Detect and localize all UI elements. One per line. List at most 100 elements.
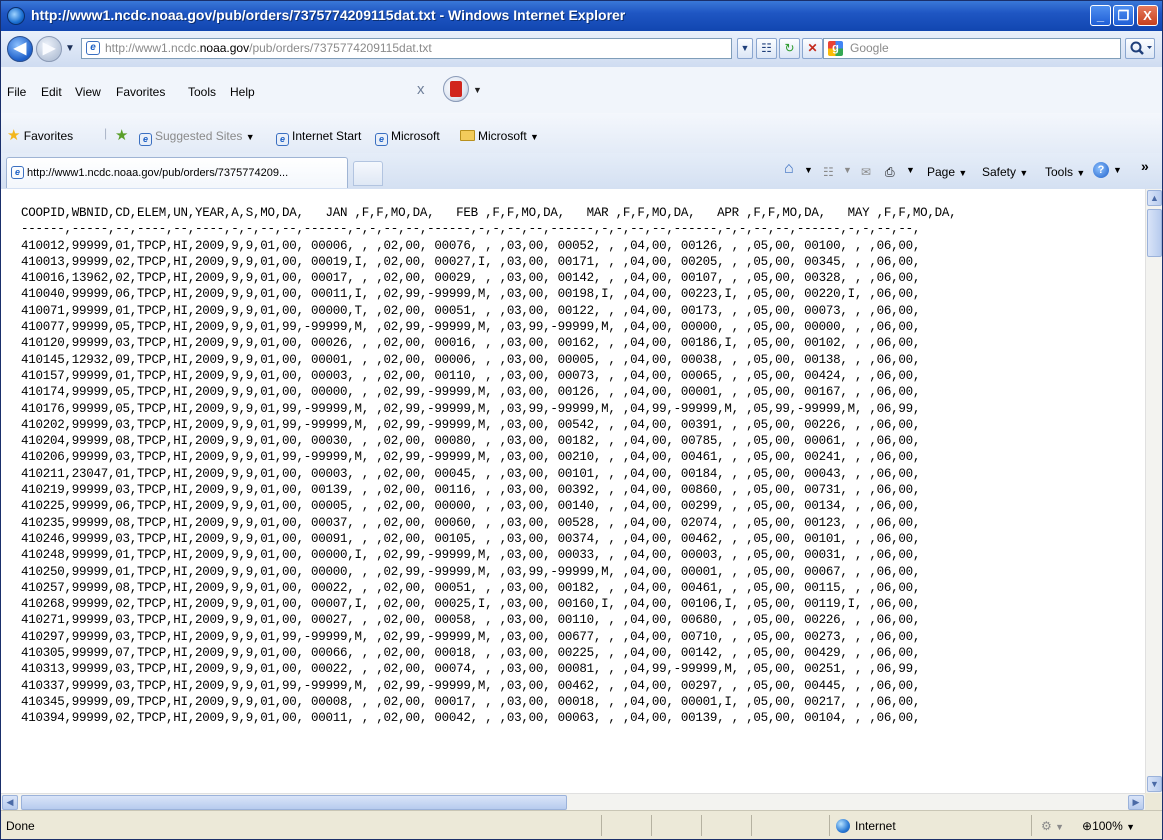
forward-button[interactable]: ▶: [36, 36, 62, 62]
close-button[interactable]: X: [1137, 5, 1158, 26]
menu-tools[interactable]: Tools: [188, 85, 216, 99]
ie-icon: [7, 7, 25, 25]
data-line: 410337,99999,03,TPCP,HI,2009,9,9,01,99,-…: [21, 678, 921, 693]
home-icon[interactable]: ⌂: [784, 160, 794, 178]
new-tab-button[interactable]: [353, 161, 383, 186]
horizontal-scrollbar[interactable]: ◀ ▶: [1, 793, 1145, 810]
toolbar-overflow-icon[interactable]: »: [1141, 158, 1149, 174]
navigation-bar: ◀ ▶ ▼ e http://www1.ncdc.noaa.gov/pub/or…: [1, 31, 1162, 68]
chevron-down-icon: ▼: [530, 132, 539, 142]
data-line: 410297,99999,03,TPCP,HI,2009,9,9,01,99,-…: [21, 629, 921, 644]
ie-link-icon: e: [375, 133, 388, 146]
data-line: 410271,99999,03,TPCP,HI,2009,9,9,01,00, …: [21, 613, 921, 628]
feeds-icon[interactable]: ☷: [823, 165, 834, 179]
browser-window: http://www1.ncdc.noaa.gov/pub/orders/737…: [0, 0, 1163, 840]
add-favorites-icon[interactable]: ★: [115, 126, 128, 144]
address-url[interactable]: http://www1.ncdc.noaa.gov/pub/orders/737…: [105, 41, 432, 55]
data-line: 410394,99999,02,TPCP,HI,2009,9,9,01,00, …: [21, 711, 921, 726]
menu-favorites[interactable]: Favorites: [116, 85, 165, 99]
search-input[interactable]: g Google: [823, 38, 1121, 59]
tools-menu[interactable]: Tools ▼: [1045, 165, 1085, 179]
back-button[interactable]: ◀: [7, 36, 33, 62]
zoom-level[interactable]: ⊕100% ▼: [1082, 819, 1135, 833]
tab-current[interactable]: e http://www1.ncdc.noaa.gov/pub/orders/7…: [6, 157, 348, 188]
address-dropdown-button[interactable]: ▼: [737, 38, 753, 59]
menu-file[interactable]: File: [7, 85, 26, 99]
chevron-down-icon[interactable]: ▼: [804, 165, 813, 175]
status-divider: [1031, 815, 1032, 836]
search-button[interactable]: [1125, 38, 1155, 59]
scroll-down-button[interactable]: ▼: [1147, 776, 1162, 792]
data-line: 410246,99999,03,TPCP,HI,2009,9,9,01,00, …: [21, 531, 921, 546]
scroll-left-button[interactable]: ◀: [2, 795, 18, 810]
microsoft-folder[interactable]: Microsoft ▼: [460, 129, 539, 143]
chevron-down-icon[interactable]: ▼: [1113, 165, 1122, 175]
address-bar[interactable]: e http://www1.ncdc.noaa.gov/pub/orders/7…: [81, 38, 732, 59]
data-line: 410206,99999,03,TPCP,HI,2009,9,9,01,99,-…: [21, 450, 921, 465]
data-line: 410248,99999,01,TPCP,HI,2009,9,9,01,00, …: [21, 548, 921, 563]
horizontal-scroll-thumb[interactable]: [21, 795, 567, 810]
vertical-scroll-thumb[interactable]: [1147, 209, 1162, 257]
page-menu[interactable]: Page ▼: [927, 165, 967, 179]
data-line: 410145,12932,09,TPCP,HI,2009,9,9,01,00, …: [21, 352, 921, 367]
chevron-down-icon[interactable]: ▼: [843, 165, 852, 175]
favorites-button[interactable]: ★ Favorites: [7, 126, 73, 144]
menu-help[interactable]: Help: [230, 85, 255, 99]
stop-icon[interactable]: ✕: [802, 38, 823, 59]
chevron-down-icon[interactable]: ▼: [906, 165, 915, 175]
scroll-up-button[interactable]: ▲: [1147, 190, 1162, 206]
favorites-label: Favorites: [23, 129, 74, 143]
compatibility-view-icon[interactable]: ☷: [756, 38, 777, 59]
folder-icon: [460, 130, 475, 141]
document-view: COOPID,WBNID,CD,ELEM,UN,YEAR,A,S,MO,DA, …: [1, 189, 1145, 793]
scroll-right-button[interactable]: ▶: [1128, 795, 1144, 810]
internet-start-link[interactable]: e Internet Start: [276, 129, 361, 146]
vertical-scrollbar[interactable]: ▲ ▼: [1145, 189, 1162, 793]
search-placeholder: Google: [850, 41, 889, 55]
data-line: 410120,99999,03,TPCP,HI,2009,9,9,01,00, …: [21, 336, 921, 351]
status-divider: [651, 815, 652, 836]
ie-link-icon: e: [276, 133, 289, 146]
menu-edit[interactable]: Edit: [41, 85, 62, 99]
print-icon[interactable]: ⎙: [885, 165, 895, 180]
recent-pages-dropdown[interactable]: ▼: [65, 43, 75, 54]
safety-menu[interactable]: Safety ▼: [982, 165, 1028, 179]
data-line: 410211,23047,01,TPCP,HI,2009,9,9,01,00, …: [21, 466, 921, 481]
data-line: 410225,99999,06,TPCP,HI,2009,9,9,01,00, …: [21, 499, 921, 514]
data-line: 410345,99999,09,TPCP,HI,2009,9,9,01,00, …: [21, 694, 921, 709]
title-bar: http://www1.ncdc.noaa.gov/pub/orders/737…: [1, 1, 1162, 31]
refresh-icon[interactable]: ↻: [779, 38, 800, 59]
help-icon[interactable]: ?: [1093, 162, 1109, 178]
status-divider: [701, 815, 702, 836]
data-line: 410250,99999,01,TPCP,HI,2009,9,9,01,00, …: [21, 564, 921, 579]
data-line: 410219,99999,03,TPCP,HI,2009,9,9,01,00, …: [21, 483, 921, 498]
suggested-sites-link[interactable]: e Suggested Sites ▼: [139, 129, 255, 146]
data-line: 410077,99999,05,TPCP,HI,2009,9,9,01,99,-…: [21, 320, 921, 335]
window-title: http://www1.ncdc.noaa.gov/pub/orders/737…: [31, 7, 626, 23]
maximize-button[interactable]: ❐: [1113, 5, 1134, 26]
microsoft-link[interactable]: e Microsoft: [375, 129, 440, 146]
internet-globe-icon: [836, 819, 850, 833]
data-line: 410174,99999,05,TPCP,HI,2009,9,9,01,00, …: [21, 385, 921, 400]
data-line: 410204,99999,08,TPCP,HI,2009,9,9,01,00, …: [21, 434, 921, 449]
data-line: 410235,99999,08,TPCP,HI,2009,9,9,01,00, …: [21, 515, 921, 530]
favorites-star-icon: ★: [7, 127, 21, 144]
scrollbar-corner: [1145, 793, 1162, 810]
page-icon: e: [86, 41, 100, 55]
google-logo-icon: g: [828, 41, 843, 56]
status-divider: [601, 815, 602, 836]
protected-mode-icon[interactable]: ⚙ ▼: [1041, 819, 1064, 833]
pdf-dropdown-icon[interactable]: ▼: [473, 85, 482, 95]
minimize-button[interactable]: _: [1090, 5, 1111, 26]
read-mail-icon[interactable]: ✉: [861, 165, 871, 179]
pdf-convert-icon[interactable]: [443, 76, 469, 102]
status-bar: Done Internet ⚙ ▼ ⊕100% ▼: [1, 810, 1162, 839]
close-toolbar-icon[interactable]: x: [417, 81, 425, 98]
tab-bar: e http://www1.ncdc.noaa.gov/pub/orders/7…: [1, 153, 1162, 190]
tab-title: http://www1.ncdc.noaa.gov/pub/orders/737…: [27, 167, 289, 179]
chevron-down-icon: ▼: [245, 132, 255, 142]
security-zone[interactable]: Internet: [836, 819, 896, 833]
separator-line: ------,-----,--,----,--,----,-,-,--,--,-…: [21, 222, 921, 237]
data-line: 410012,99999,01,TPCP,HI,2009,9,9,01,00, …: [21, 238, 921, 253]
menu-view[interactable]: View: [75, 85, 101, 99]
